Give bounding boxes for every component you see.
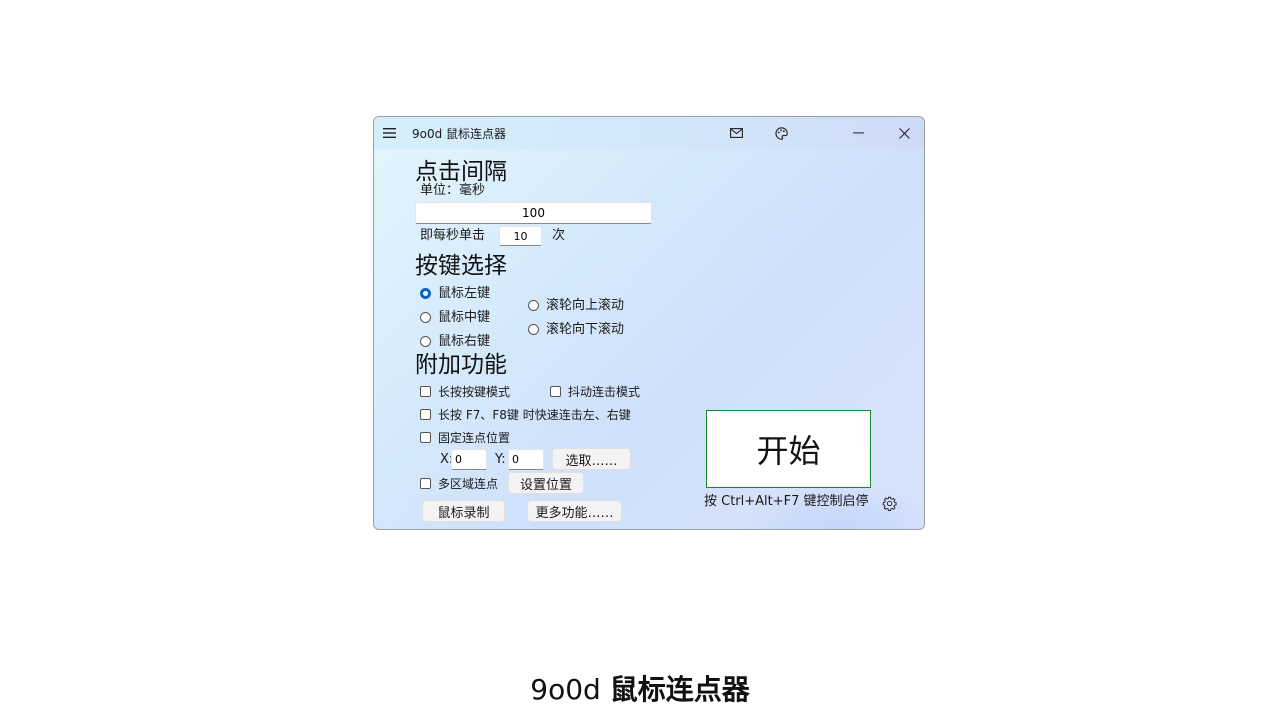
pick-position-button[interactable]: 选取…… [552,448,631,470]
radio-right-button[interactable] [420,336,431,347]
f7f8-label: 长按 F7、F8键 时快速连击左、右键 [438,408,631,422]
page-caption: 9o0d 鼠标连点器 [0,668,1280,708]
radio-right-label: 鼠标右键 [438,334,491,349]
caption-prefix: 9o0d [530,673,601,706]
mail-icon[interactable] [727,125,745,141]
interval-input[interactable] [415,202,652,224]
fixed-position-label: 固定连点位置 [438,431,511,445]
y-coordinate-input[interactable] [508,449,544,470]
radio-left-button[interactable] [420,288,431,299]
hotkey-hint: 按 Ctrl+Alt+F7 键控制启停 [704,494,869,509]
radio-wheel-up-label: 滚轮向上滚动 [546,298,625,313]
keys-heading: 按键选择 [415,253,507,279]
unit-label: 单位：毫秒 [420,183,486,198]
per-second-input[interactable] [499,226,542,246]
per-second-suffix: 次 [552,228,566,243]
minimize-icon[interactable] [849,125,867,141]
radio-wheel-up[interactable] [528,300,539,311]
radio-wheel-down[interactable] [528,324,539,335]
hamburger-icon[interactable] [379,125,399,141]
jitter-label: 抖动连击模式 [568,385,641,399]
more-features-button[interactable]: 更多功能…… [527,500,622,522]
extras-heading: 附加功能 [415,352,507,378]
start-button[interactable]: 开始 [706,410,871,488]
radio-middle-button[interactable] [420,312,431,323]
y-label: Y: [495,452,506,467]
jitter-checkbox[interactable] [550,386,561,397]
set-position-button[interactable]: 设置位置 [508,472,584,494]
multi-region-label: 多区域连点 [438,477,499,491]
fixed-position-checkbox[interactable] [420,432,431,443]
palette-icon[interactable] [772,125,790,141]
caption-name: 鼠标连点器 [609,673,750,706]
radio-left-label: 鼠标左键 [438,286,491,301]
close-icon[interactable] [895,125,913,141]
per-second-label: 即每秒单击 [420,228,486,243]
gear-icon[interactable] [881,495,898,512]
long-press-checkbox[interactable] [420,386,431,397]
window-title: 9o0d 鼠标连点器 [412,127,507,141]
interval-heading: 点击间隔 [415,159,507,185]
radio-middle-label: 鼠标中键 [438,310,491,325]
radio-wheel-down-label: 滚轮向下滚动 [546,322,625,337]
x-coordinate-input[interactable] [451,449,487,470]
f7f8-checkbox[interactable] [420,409,431,420]
multi-region-checkbox[interactable] [420,478,431,489]
mouse-record-button[interactable]: 鼠标录制 [422,500,505,522]
long-press-label: 长按按键模式 [438,385,511,399]
app-window: 9o0d 鼠标连点器 点击间隔 单位：毫秒 即每秒单击 次 按键选择 鼠标左键 … [373,116,925,530]
